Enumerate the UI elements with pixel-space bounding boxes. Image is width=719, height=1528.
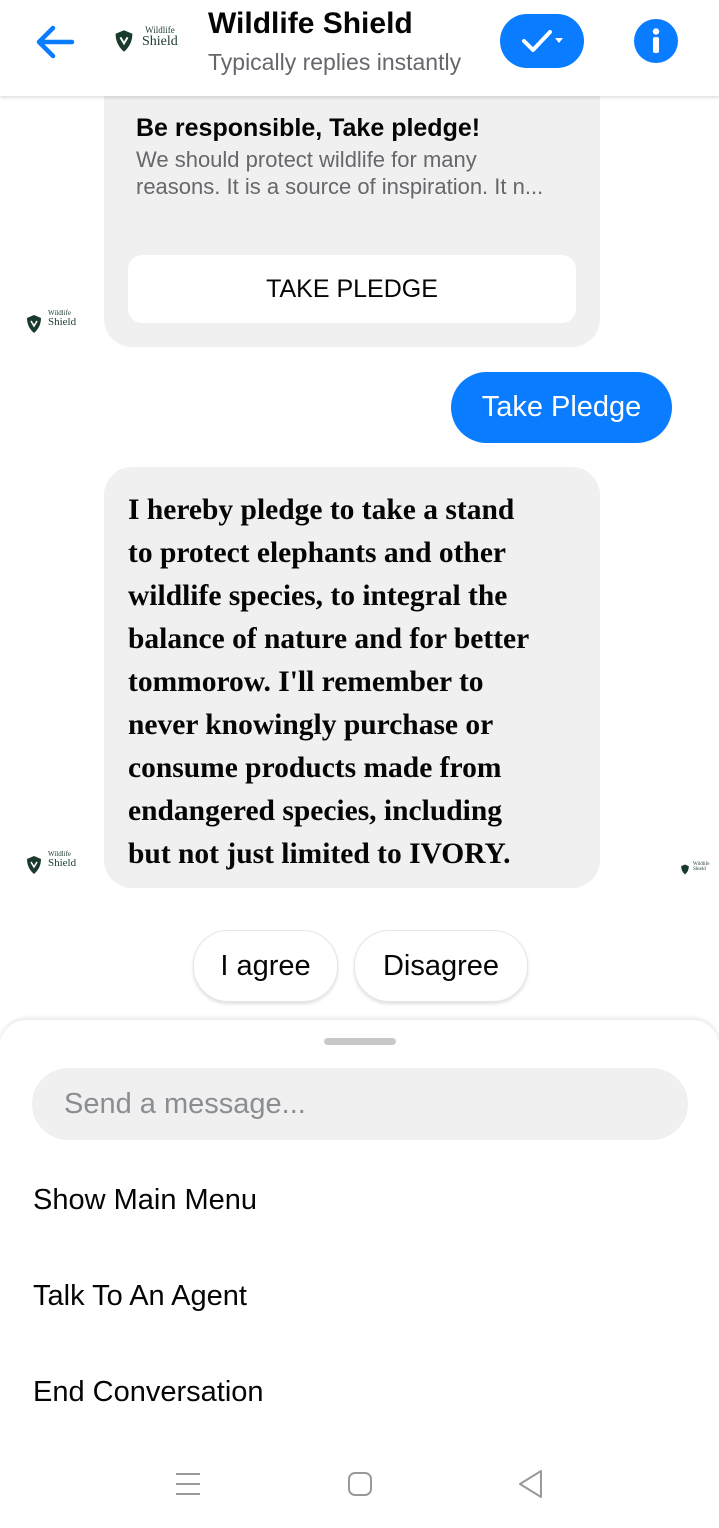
shield-icon [27,856,41,874]
verify-button[interactable] [500,14,584,68]
page-title: Wildlife Shield [208,7,413,40]
chat-area: Be responsible, Take pledge! We should p… [0,0,719,1020]
check-icon [522,30,563,52]
bot-avatar: Wildlife Shield [25,850,87,879]
back-button[interactable] [32,20,80,64]
read-receipt-avatar: Wildlife Shield [680,862,712,876]
back-triangle-icon [519,1470,542,1498]
shield-icon [681,864,689,875]
avatar-logo-text: Wildlife Shield [48,309,77,329]
avatar-logo-text: Wildlife Shield [48,850,77,870]
card-description: We should protect wildlife for many reas… [136,147,544,199]
info-icon [652,28,660,53]
chevron-down-icon [555,38,563,43]
page-subtitle: Typically replies instantly [208,49,462,75]
shield-icon [115,30,133,52]
read-receipt-logo-text: Wildlife Shield [693,862,710,873]
incoming-message: I hereby pledge to take a stand to prote… [104,467,600,888]
menu-icon [176,1473,200,1495]
message-input[interactable] [32,1068,688,1140]
card-title: Be responsible, Take pledge! [136,114,481,142]
arrow-left-icon [36,25,75,59]
home-icon [348,1472,372,1496]
outgoing-message: Take Pledge [451,372,672,443]
menu-item-show-main-menu[interactable]: Show Main Menu [33,1184,257,1217]
info-button[interactable] [634,19,678,63]
header-logo: Wildlife Shield [110,25,186,58]
nav-back-button[interactable] [517,1468,545,1505]
pledge-message-text: I hereby pledge to take a stand to prote… [128,494,530,870]
chat-header: Wildlife Shield Wildlife Shield Typicall… [0,0,719,96]
nav-menu-button[interactable] [174,1468,202,1505]
composer-sheet: Show Main Menu Talk To An Agent End Conv… [0,1020,719,1528]
menu-item-talk-to-agent[interactable]: Talk To An Agent [33,1280,247,1313]
take-pledge-button[interactable]: TAKE PLEDGE [128,255,576,323]
quick-reply-disagree[interactable]: Disagree [354,930,528,1002]
menu-item-end-conversation[interactable]: End Conversation [33,1376,264,1409]
quick-reply-agree[interactable]: I agree [193,930,338,1002]
sheet-handle[interactable] [324,1038,396,1045]
nav-home-button[interactable] [346,1468,374,1505]
shield-icon [27,315,41,333]
header-logo-text: Wildlife Shield [142,25,178,50]
bot-avatar: Wildlife Shield [25,309,87,338]
